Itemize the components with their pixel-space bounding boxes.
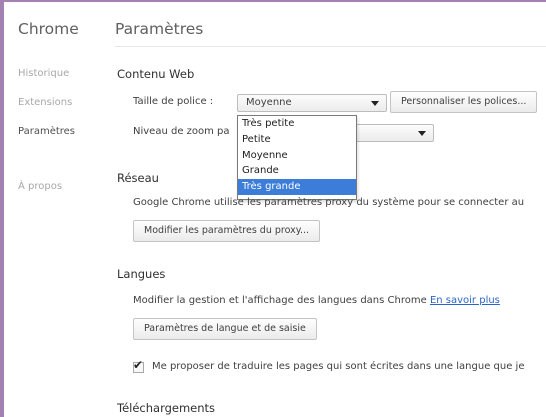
section-title-network: Réseau	[117, 171, 159, 185]
settings-window: Chrome Paramètres Historique Extensions …	[4, 2, 546, 417]
checkmark-icon: ✔	[133, 358, 144, 372]
font-size-option-small[interactable]: Petite	[238, 132, 356, 148]
translate-checkbox-label: Me proposer de traduire les pages qui so…	[152, 361, 525, 372]
learn-more-link[interactable]: En savoir plus	[430, 295, 500, 306]
font-size-option-large[interactable]: Grande	[238, 163, 356, 179]
chevron-down-icon	[371, 101, 379, 106]
sidebar-item-settings[interactable]: Paramètres	[18, 126, 75, 137]
app-name: Chrome	[18, 20, 79, 38]
title-divider	[115, 46, 546, 47]
chevron-down-icon	[418, 131, 426, 136]
proxy-description: Google Chrome utilise les paramètres pro…	[133, 197, 525, 208]
sidebar-item-extensions[interactable]: Extensions	[18, 97, 72, 108]
font-size-value: Moyenne	[246, 97, 292, 108]
font-size-option-very-small[interactable]: Très petite	[238, 116, 356, 132]
font-size-dropdown: Très petite Petite Moyenne Grande Très g…	[237, 115, 357, 200]
section-title-web-content: Contenu Web	[117, 67, 195, 81]
sidebar-item-history[interactable]: Historique	[18, 68, 69, 79]
font-size-label: Taille de police :	[133, 96, 214, 107]
section-title-languages: Langues	[117, 267, 166, 281]
language-settings-button[interactable]: Paramètres de langue et de saisie	[133, 318, 317, 340]
section-title-downloads: Téléchargements	[117, 401, 216, 415]
font-size-select[interactable]: Moyenne	[237, 94, 387, 112]
zoom-label: Niveau de zoom pa	[133, 126, 230, 137]
languages-description-text: Modifier la gestion et l'affichage des l…	[133, 295, 427, 306]
proxy-settings-button[interactable]: Modifier les paramètres du proxy...	[133, 220, 321, 242]
zoom-select[interactable]	[350, 124, 434, 142]
font-size-option-very-large[interactable]: Très grande	[238, 179, 356, 195]
page-title: Paramètres	[115, 20, 204, 38]
customize-fonts-button[interactable]: Personnaliser les polices...	[390, 91, 538, 113]
sidebar-item-about[interactable]: À propos	[18, 181, 62, 192]
font-size-option-medium[interactable]: Moyenne	[238, 148, 356, 164]
translate-checkbox[interactable]: ✔	[133, 358, 144, 373]
languages-description: Modifier la gestion et l'affichage des l…	[133, 295, 500, 306]
